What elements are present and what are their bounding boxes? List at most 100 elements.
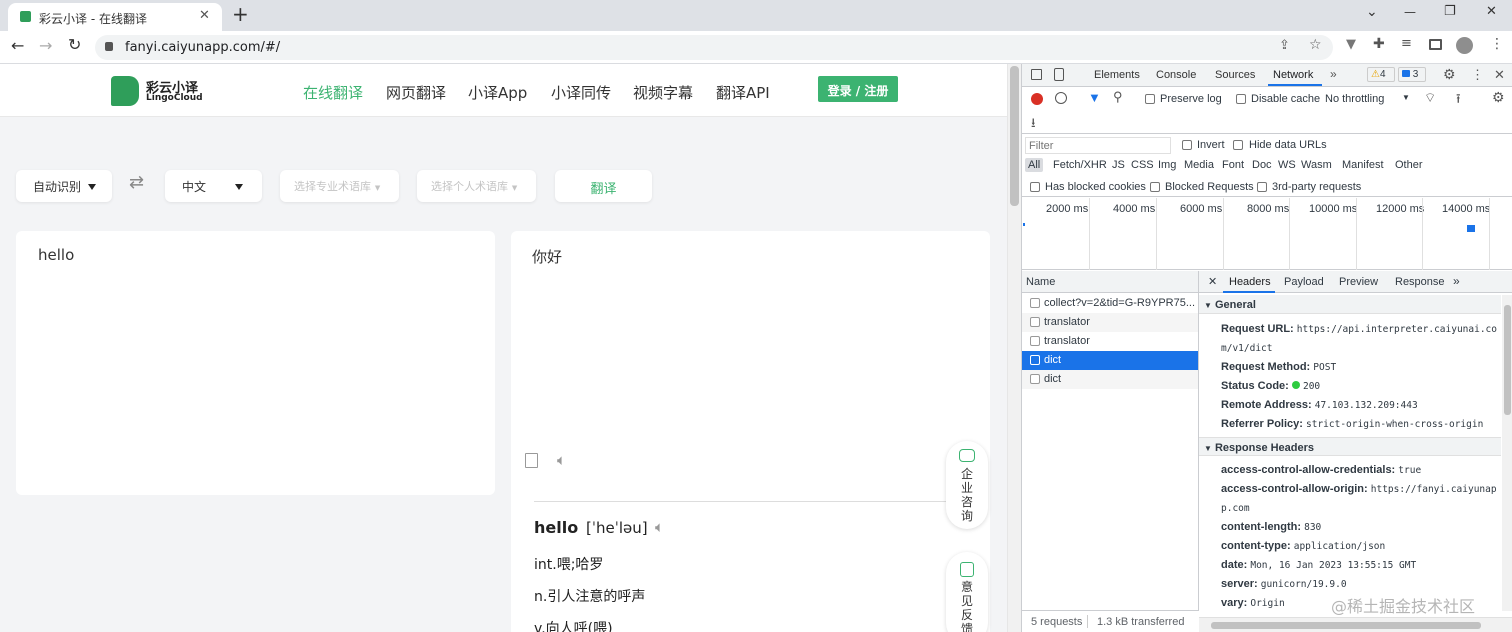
- target-language-select[interactable]: 中文: [165, 170, 262, 202]
- warning-badge[interactable]: ⚠4: [1367, 67, 1395, 82]
- swap-languages-icon[interactable]: ⇄: [129, 172, 144, 193]
- devtools-menu-icon[interactable]: ⋮: [1471, 67, 1484, 83]
- tab-preview[interactable]: Preview: [1339, 276, 1378, 288]
- forward-icon[interactable]: →: [39, 36, 52, 55]
- nav-web-translate[interactable]: 网页翻译: [386, 82, 446, 103]
- disable-cache-checkbox[interactable]: [1236, 94, 1246, 104]
- chrome-menu-icon[interactable]: ⋮: [1490, 36, 1504, 52]
- invert-checkbox[interactable]: [1182, 140, 1192, 150]
- filter-js[interactable]: JS: [1112, 159, 1125, 171]
- nav-simultaneous[interactable]: 小译同传: [551, 82, 611, 103]
- enterprise-consult-button[interactable]: 企业咨询: [946, 441, 988, 529]
- filter-input[interactable]: [1025, 137, 1171, 154]
- export-har-icon[interactable]: ⭳: [1031, 114, 1036, 136]
- tab-payload[interactable]: Payload: [1284, 276, 1324, 288]
- request-row-selected[interactable]: dict: [1022, 351, 1198, 370]
- browser-tab[interactable]: 彩云小译 - 在线翻译 ✕: [8, 3, 222, 31]
- filter-doc[interactable]: Doc: [1252, 159, 1272, 171]
- import-har-icon[interactable]: ⭱: [1456, 90, 1461, 112]
- share-icon[interactable]: ⇪: [1279, 38, 1290, 53]
- filter-font[interactable]: Font: [1222, 159, 1244, 171]
- tab-response[interactable]: Response: [1395, 276, 1445, 288]
- nav-online-translate[interactable]: 在线翻译: [303, 82, 363, 103]
- blocked-cookies-checkbox[interactable]: [1030, 182, 1040, 192]
- tab-sources[interactable]: Sources: [1215, 69, 1255, 81]
- name-column-header[interactable]: Name: [1022, 271, 1198, 293]
- details-scrollbar-thumb[interactable]: [1504, 305, 1511, 415]
- network-settings-icon[interactable]: ⚙: [1492, 89, 1505, 106]
- speaker-icon[interactable]: 🔈︎: [557, 451, 566, 469]
- record-icon[interactable]: [1031, 93, 1043, 105]
- throttling-select[interactable]: No throttling: [1325, 93, 1384, 105]
- details-scrollbar[interactable]: [1502, 295, 1512, 611]
- close-details-icon[interactable]: ✕: [1208, 275, 1217, 288]
- device-toolbar-icon[interactable]: [1054, 68, 1064, 81]
- bookmark-star-icon[interactable]: ☆: [1309, 37, 1322, 53]
- reload-icon[interactable]: ↻: [68, 35, 81, 54]
- filter-other[interactable]: Other: [1395, 159, 1423, 171]
- more-detail-tabs-icon[interactable]: »: [1453, 274, 1460, 288]
- filter-manifest[interactable]: Manifest: [1342, 159, 1384, 171]
- response-headers-section-header[interactable]: ▼ Response Headers: [1199, 437, 1501, 456]
- filter-css[interactable]: CSS: [1131, 159, 1154, 171]
- filter-media[interactable]: Media: [1184, 159, 1214, 171]
- source-text-panel[interactable]: hello: [16, 231, 495, 495]
- request-row[interactable]: translator: [1022, 332, 1198, 351]
- minimize-button[interactable]: —: [1404, 5, 1416, 19]
- filter-wasm[interactable]: Wasm: [1301, 159, 1332, 171]
- login-button[interactable]: 登录 / 注册: [818, 76, 898, 102]
- phonetic-speaker-icon[interactable]: 🔈︎: [655, 518, 664, 536]
- extensions-puzzle-icon[interactable]: ✚: [1373, 36, 1385, 52]
- close-window-button[interactable]: ✕: [1486, 4, 1497, 19]
- inspect-element-icon[interactable]: [1031, 69, 1042, 80]
- tab-headers[interactable]: Headers: [1229, 276, 1271, 288]
- nav-api[interactable]: 翻译API: [716, 82, 770, 103]
- filter-ws[interactable]: WS: [1278, 159, 1296, 171]
- copy-icon[interactable]: [525, 453, 538, 468]
- address-bar[interactable]: fanyi.caiyunapp.com/#/ ⇪ ☆: [95, 35, 1333, 60]
- search-icon[interactable]: ⚲: [1113, 89, 1123, 105]
- translate-button[interactable]: 翻译: [555, 170, 652, 202]
- tab-network[interactable]: Network: [1273, 69, 1313, 81]
- filter-fetch-xhr[interactable]: Fetch/XHR: [1053, 159, 1107, 171]
- clear-icon[interactable]: [1055, 92, 1067, 104]
- page-scrollbar[interactable]: [1007, 64, 1021, 632]
- third-party-checkbox[interactable]: [1257, 182, 1267, 192]
- request-row[interactable]: collect?v=2&tid=G-R9YPR75...: [1022, 294, 1198, 313]
- new-tab-button[interactable]: +: [232, 2, 249, 26]
- message-badge[interactable]: 3: [1398, 67, 1426, 82]
- tab-console[interactable]: Console: [1156, 69, 1196, 81]
- extension-icon[interactable]: ▼: [1346, 37, 1356, 52]
- details-horizontal-scrollbar[interactable]: [1199, 617, 1512, 632]
- back-icon[interactable]: ←: [11, 36, 24, 55]
- nav-app[interactable]: 小译App: [468, 82, 527, 103]
- blocked-requests-checkbox[interactable]: [1150, 182, 1160, 192]
- profile-avatar[interactable]: [1456, 37, 1473, 54]
- request-row[interactable]: translator: [1022, 313, 1198, 332]
- site-logo-icon[interactable]: [111, 76, 139, 106]
- preserve-log-checkbox[interactable]: [1145, 94, 1155, 104]
- close-devtools-icon[interactable]: ✕: [1494, 67, 1505, 83]
- page-scrollbar-thumb[interactable]: [1010, 66, 1019, 206]
- nav-video-subtitle[interactable]: 视频字幕: [633, 82, 693, 103]
- filter-funnel-icon[interactable]: ▼: [1088, 90, 1101, 105]
- more-tabs-icon[interactable]: »: [1330, 67, 1337, 81]
- hide-data-urls-checkbox[interactable]: [1233, 140, 1243, 150]
- filter-all[interactable]: All: [1025, 158, 1044, 172]
- general-section-header[interactable]: ▼ General: [1199, 295, 1501, 314]
- pro-term-select[interactable]: 选择专业术语库 ▼: [280, 170, 399, 202]
- feedback-button[interactable]: 意见反馈: [946, 552, 988, 632]
- horizontal-scrollbar-thumb[interactable]: [1211, 622, 1481, 629]
- personal-term-select[interactable]: 选择个人术语库 ▼: [417, 170, 536, 202]
- tab-search-icon[interactable]: ⌄: [1366, 4, 1378, 20]
- tab-elements[interactable]: Elements: [1094, 69, 1140, 81]
- reading-list-icon[interactable]: ≡: [1401, 36, 1412, 51]
- source-language-select[interactable]: 自动识别: [16, 170, 112, 202]
- settings-gear-icon[interactable]: ⚙: [1443, 66, 1456, 83]
- tab-close-icon[interactable]: ✕: [199, 8, 210, 23]
- side-panel-icon[interactable]: [1429, 39, 1442, 50]
- request-row[interactable]: dict: [1022, 370, 1198, 389]
- restore-button[interactable]: ❐: [1444, 4, 1456, 19]
- filter-img[interactable]: Img: [1158, 159, 1176, 171]
- network-conditions-icon[interactable]: ⌔: [1424, 90, 1436, 106]
